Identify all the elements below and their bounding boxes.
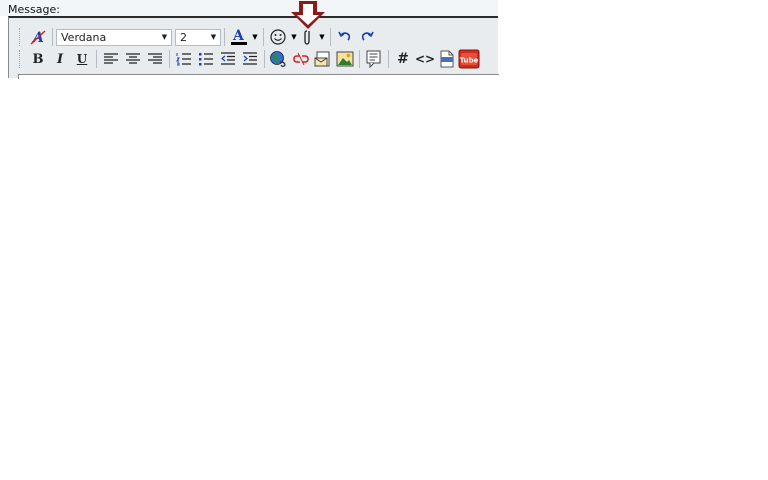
pointer-arrow-icon — [287, 0, 329, 30]
quote-icon — [366, 50, 381, 68]
align-center-button[interactable] — [122, 48, 144, 70]
quote-button[interactable] — [363, 48, 385, 70]
toolbar-separator — [388, 50, 389, 68]
remove-formatting-button[interactable]: A — [27, 26, 49, 48]
toolbar-row-2: B I U # <> Tube — [19, 48, 480, 70]
rich-text-editor: A Verdana ▼ 2 ▼ A ▼ — [8, 16, 498, 78]
youtube-icon: Tube — [458, 49, 480, 69]
insert-email-button[interactable] — [312, 48, 334, 70]
chevron-down-icon: ▼ — [161, 33, 168, 41]
numbered-list-icon — [176, 53, 191, 66]
svg-text:Tube: Tube — [460, 57, 479, 65]
toolbar-separator — [263, 28, 264, 46]
align-right-icon — [148, 53, 162, 64]
indent-button[interactable] — [239, 48, 261, 70]
toolbar-grip[interactable] — [19, 50, 23, 68]
align-left-icon — [104, 53, 118, 64]
toolbar-separator — [224, 28, 225, 46]
align-right-button[interactable] — [144, 48, 166, 70]
email-icon — [314, 51, 330, 67]
align-left-button[interactable] — [100, 48, 122, 70]
outdent-icon — [221, 52, 235, 65]
italic-button[interactable]: I — [49, 48, 71, 70]
toolbar-separator — [359, 50, 360, 68]
font-color-button[interactable]: A — [228, 26, 250, 48]
font-color-icon: A — [231, 28, 247, 45]
smiley-icon — [270, 29, 286, 45]
svg-text:A: A — [232, 28, 245, 44]
toolbar-separator — [330, 28, 331, 46]
font-size-value: 2 — [180, 30, 187, 44]
font-name-value: Verdana — [61, 30, 107, 44]
undo-icon — [338, 31, 351, 41]
toolbar-separator — [169, 50, 170, 68]
wrap-code-hash-button[interactable]: # — [392, 48, 414, 70]
redo-icon — [361, 31, 374, 41]
toolbar-separator — [96, 50, 97, 68]
toolbar-separator — [52, 28, 53, 46]
bold-button[interactable]: B — [27, 48, 49, 70]
font-size-select[interactable]: 2 ▼ — [175, 28, 221, 46]
toolbar-grip[interactable] — [19, 28, 23, 46]
redo-button[interactable] — [356, 26, 378, 48]
unordered-list-button[interactable] — [195, 48, 217, 70]
php-file-icon — [440, 50, 454, 68]
underline-button[interactable]: U — [71, 48, 93, 70]
chevron-down-icon[interactable]: ▼ — [289, 33, 299, 41]
chevron-down-icon[interactable]: ▼ — [317, 33, 327, 41]
globe-link-icon — [270, 51, 286, 67]
indent-icon — [243, 52, 257, 65]
unlink-icon — [293, 52, 309, 66]
font-name-select[interactable]: Verdana ▼ — [56, 28, 172, 46]
youtube-button[interactable]: Tube — [458, 48, 480, 70]
smilies-button[interactable] — [267, 26, 289, 48]
message-label: Message: — [8, 3, 60, 16]
remove-format-icon: A — [30, 30, 46, 46]
remove-link-button[interactable] — [290, 48, 312, 70]
header-background — [0, 0, 498, 16]
chevron-down-icon: ▼ — [210, 33, 217, 41]
insert-image-button[interactable] — [334, 48, 356, 70]
chevron-down-icon[interactable]: ▼ — [250, 33, 260, 41]
paperclip-icon — [304, 30, 310, 45]
php-code-button[interactable] — [436, 48, 458, 70]
insert-link-button[interactable] — [268, 48, 290, 70]
wrap-code-button[interactable]: <> — [414, 48, 436, 70]
bulleted-list-icon — [199, 53, 213, 66]
align-center-icon — [126, 53, 140, 64]
ordered-list-button[interactable] — [173, 48, 195, 70]
image-icon — [336, 51, 354, 67]
undo-button[interactable] — [334, 26, 356, 48]
outdent-button[interactable] — [217, 48, 239, 70]
editor-content-area[interactable] — [18, 74, 499, 79]
toolbar-separator — [264, 50, 265, 68]
